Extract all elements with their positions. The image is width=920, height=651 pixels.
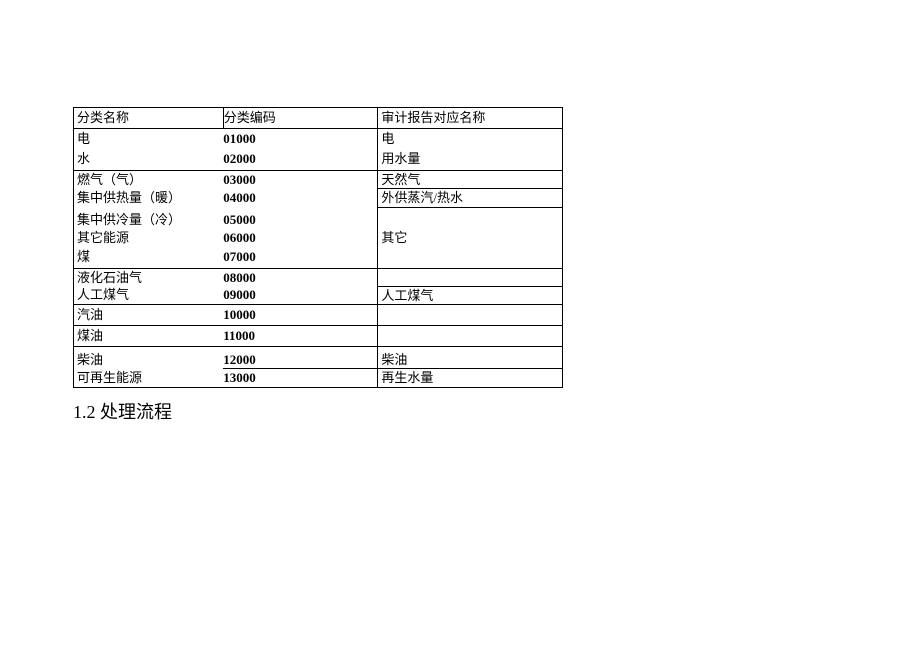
cell-audit [378,305,563,326]
table-row: 汽油 10000 [74,305,563,326]
cell-code: 09000 [223,286,378,305]
cell-code: 10000 [223,305,378,326]
cell-name: 集中供冷量（冷） [74,207,224,229]
header-category-code: 分类编码 [223,108,378,129]
cell-name: 煤 [74,246,224,268]
cell-name: 电 [74,128,224,148]
cell-code: 11000 [223,326,378,347]
table-row: 煤 07000 [74,246,563,268]
cell-code: 06000 [223,229,378,247]
header-audit-name: 审计报告对应名称 [378,108,563,129]
cell-name: 煤油 [74,326,224,347]
cell-audit: 天然气 [378,170,563,189]
cell-name: 可再生能源 [74,369,224,388]
document-page: 分类名称 分类编码 审计报告对应名称 电 01000 电 水 02000 用水量… [0,0,920,651]
cell-audit [378,207,563,229]
cell-audit [378,326,563,347]
classification-table-container: 分类名称 分类编码 审计报告对应名称 电 01000 电 水 02000 用水量… [73,107,563,388]
cell-code: 08000 [223,268,378,286]
cell-code: 04000 [223,189,378,208]
cell-audit: 外供蒸汽/热水 [378,189,563,208]
cell-audit: 柴油 [378,346,563,369]
cell-code: 03000 [223,170,378,189]
cell-name: 柴油 [74,346,224,369]
section-heading: 1.2 处理流程 [73,398,172,424]
cell-code: 12000 [223,346,378,369]
table-row: 燃气（气） 03000 天然气 [74,170,563,189]
cell-audit [378,268,563,286]
cell-audit: 用水量 [378,148,563,170]
table-row: 可再生能源 13000 再生水量 [74,369,563,388]
cell-code: 07000 [223,246,378,268]
table-row: 集中供冷量（冷） 05000 [74,207,563,229]
cell-name: 人工煤气 [74,286,224,305]
cell-audit [378,246,563,268]
cell-name: 其它能源 [74,229,224,247]
table-row: 柴油 12000 柴油 [74,346,563,369]
cell-audit: 电 [378,128,563,148]
table-row: 煤油 11000 [74,326,563,347]
cell-audit: 其它 [378,229,563,247]
table-row: 人工煤气 09000 人工煤气 [74,286,563,305]
header-category-name: 分类名称 [74,108,224,129]
table-header-row: 分类名称 分类编码 审计报告对应名称 [74,108,563,129]
cell-name: 集中供热量（暖） [74,189,224,208]
cell-code: 01000 [223,128,378,148]
table-row: 液化石油气 08000 [74,268,563,286]
cell-code: 13000 [223,369,378,388]
cell-code: 05000 [223,207,378,229]
cell-audit: 再生水量 [378,369,563,388]
cell-name: 燃气（气） [74,170,224,189]
classification-table: 分类名称 分类编码 审计报告对应名称 电 01000 电 水 02000 用水量… [73,107,563,388]
table-row: 集中供热量（暖） 04000 外供蒸汽/热水 [74,189,563,208]
table-row: 其它能源 06000 其它 [74,229,563,247]
cell-code: 02000 [223,148,378,170]
cell-audit: 人工煤气 [378,286,563,305]
cell-name: 液化石油气 [74,268,224,286]
table-row: 电 01000 电 [74,128,563,148]
cell-name: 汽油 [74,305,224,326]
cell-name: 水 [74,148,224,170]
table-row: 水 02000 用水量 [74,148,563,170]
